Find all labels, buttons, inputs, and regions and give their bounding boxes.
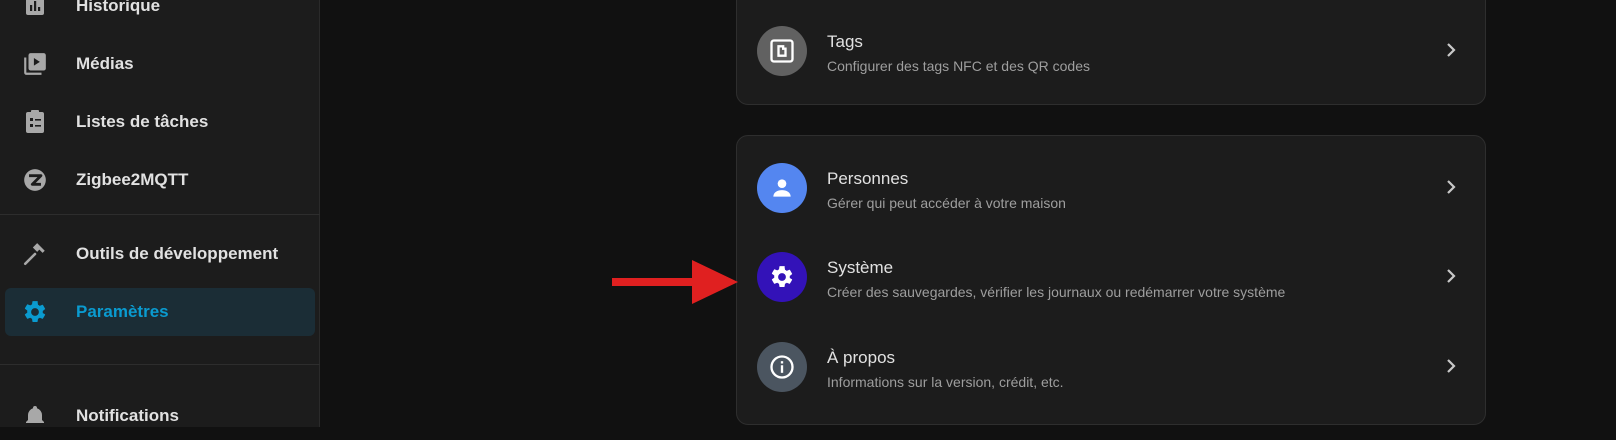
sidebar-item-listes-de-taches[interactable]: Listes de tâches [5,98,315,146]
settings-row-subtitle: Informations sur la version, crédit, etc… [827,374,1064,390]
settings-row-personnes[interactable]: Personnes Gérer qui peut accéder à votre… [737,147,1485,227]
sidebar-item-label: Outils de développement [76,244,279,263]
sidebar-item-label: Listes de tâches [76,112,209,131]
settings-row-a-propos[interactable]: À propos Informations sur la version, cr… [737,326,1485,406]
sidebar-item-label: Zigbee2MQTT [76,170,189,189]
settings-row-title: Système [827,258,894,277]
gear-icon [21,298,49,326]
sidebar: Historique Médias Listes de tâches Zigbe… [0,0,320,427]
settings-row-subtitle: Configurer des tags NFC et des QR codes [827,58,1091,74]
settings-row-title: Tags [827,32,863,51]
person-icon [757,163,807,213]
sidebar-item-label: Notifications [76,406,179,425]
sidebar-item-label: Historique [76,0,161,15]
chart-box-icon [21,0,49,20]
tags-card: Tags Configurer des tags NFC et des QR c… [736,0,1486,105]
annotation-arrow [612,260,738,304]
sidebar-divider [0,214,320,215]
chevron-right-icon [1447,359,1456,373]
sidebar-item-medias[interactable]: Médias [5,40,315,88]
bell-icon [21,402,49,430]
sidebar-divider [0,364,320,365]
zigbee-icon [21,166,49,194]
settings-row-systeme[interactable]: Système Créer des sauvegardes, vérifier … [737,236,1485,316]
hammer-icon [21,240,49,268]
settings-row-title: À propos [827,348,896,367]
chevron-right-icon [1447,43,1456,57]
settings-row-subtitle: Gérer qui peut accéder à votre maison [827,195,1066,211]
info-icon [757,342,807,392]
settings-card: Personnes Gérer qui peut accéder à votre… [736,135,1486,425]
sidebar-item-zigbee2mqtt[interactable]: Zigbee2MQTT [5,156,315,204]
nfc-tag-icon [757,26,807,76]
sidebar-item-label: Médias [76,54,134,73]
settings-row-title: Personnes [827,169,909,188]
gear-icon [757,252,807,302]
settings-row-tags[interactable]: Tags Configurer des tags NFC et des QR c… [737,10,1485,90]
sidebar-item-historique[interactable]: Historique [5,0,315,30]
sidebar-item-outils-de-developpement[interactable]: Outils de développement [5,230,315,278]
chevron-right-icon [1447,180,1456,194]
sidebar-item-parametres[interactable]: Paramètres [5,288,315,336]
clipboard-list-icon [21,108,49,136]
settings-row-subtitle: Créer des sauvegardes, vérifier les jour… [827,284,1286,300]
chevron-right-icon [1447,269,1456,283]
play-box-multiple-icon [21,50,49,78]
sidebar-item-notifications[interactable]: Notifications [5,392,315,440]
sidebar-item-label: Paramètres [76,302,169,321]
